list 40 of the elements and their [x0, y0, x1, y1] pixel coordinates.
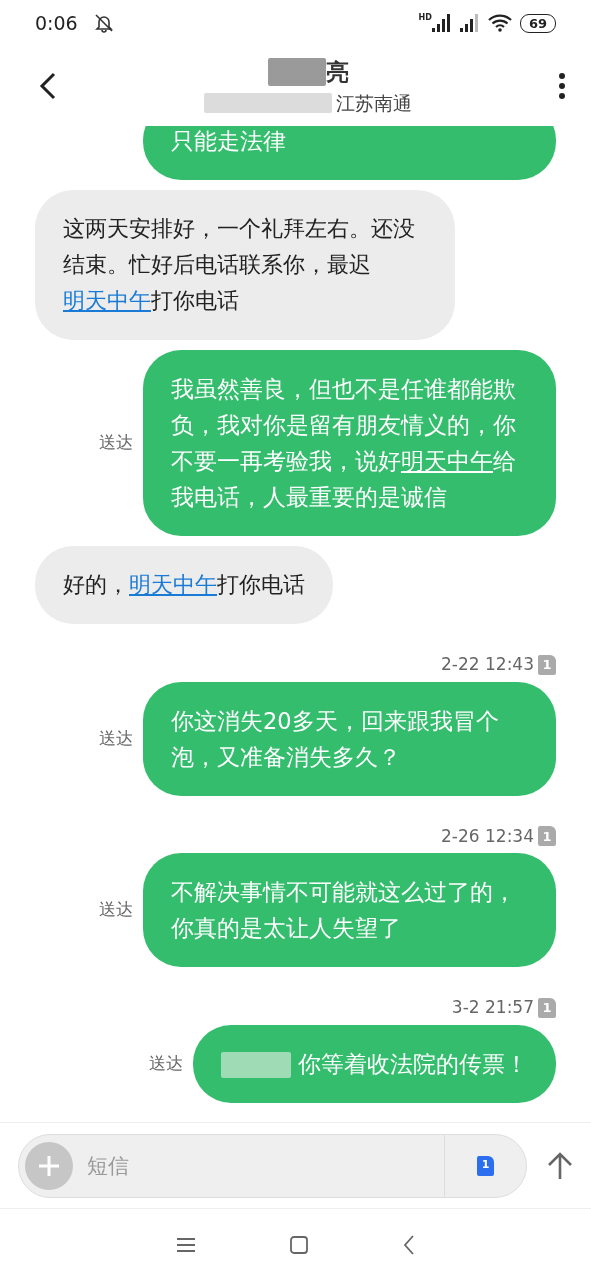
- message-timestamp: 3-2 21:57: [451, 996, 534, 1019]
- signal-icon: [431, 14, 452, 32]
- message-bubble: 好的，明天中午打你电话: [35, 546, 333, 624]
- menu-icon[interactable]: [176, 1236, 195, 1253]
- plus-icon: [38, 1154, 60, 1177]
- delivery-status: 送达: [99, 898, 133, 922]
- delivery-status: 送达: [99, 431, 133, 455]
- date-link[interactable]: 明天中午: [401, 448, 493, 474]
- date-link[interactable]: 明天中午: [63, 288, 151, 313]
- send-button[interactable]: [547, 1151, 573, 1180]
- sim-card-icon: 1: [538, 997, 556, 1018]
- delivery-status: 送达: [148, 1051, 183, 1075]
- message-bubble: 你等着收法院的传票！: [192, 1024, 556, 1103]
- back-icon[interactable]: [402, 1234, 415, 1255]
- message-bubble: 这两天安排好，一个礼拜左右。还没结束。忙好后电话联系你，最迟 明天中午打你电话: [35, 190, 455, 340]
- contact-name: 亮: [325, 57, 349, 87]
- signal-icon: [459, 14, 480, 32]
- more-menu-icon[interactable]: [558, 72, 566, 100]
- redacted-block: [220, 1052, 291, 1078]
- delivery-status: 送达: [99, 726, 133, 750]
- message-input[interactable]: 短信 1: [18, 1133, 527, 1198]
- status-time: 0:06: [35, 10, 78, 36]
- battery-indicator: 69: [519, 13, 556, 33]
- sim-card-icon[interactable]: 1: [477, 1155, 494, 1176]
- network-type: HD: [418, 14, 432, 22]
- redacted-block: [267, 57, 326, 86]
- sim-card-icon: 1: [538, 826, 556, 847]
- message-timestamp: 2-22 12:43: [441, 653, 534, 676]
- message-timestamp: 2-26 12:34: [441, 824, 534, 848]
- date-link[interactable]: 明天中午: [129, 572, 217, 597]
- sim-card-icon: 1: [538, 654, 556, 675]
- back-button[interactable]: [38, 72, 58, 100]
- message-bubble: 不解决事情不可能就这么过了的，你真的是太让人失望了: [143, 853, 556, 967]
- message-bubble: 你这消失20多天，回来跟我冒个泡，又准备消失多久？: [143, 681, 556, 796]
- message-bubble: 我虽然善良，但也不是任谁都能欺负，我对你是留有朋友情义的，你不要一再考验我，说好明天中午给我电话，人最重要的是诚信: [143, 350, 556, 536]
- home-icon[interactable]: [289, 1235, 308, 1254]
- message-bubble: 只能走法律: [143, 126, 556, 180]
- bell-off-icon: [93, 13, 114, 33]
- contact-location: 江苏南通: [336, 91, 412, 116]
- wifi-icon: [487, 14, 512, 32]
